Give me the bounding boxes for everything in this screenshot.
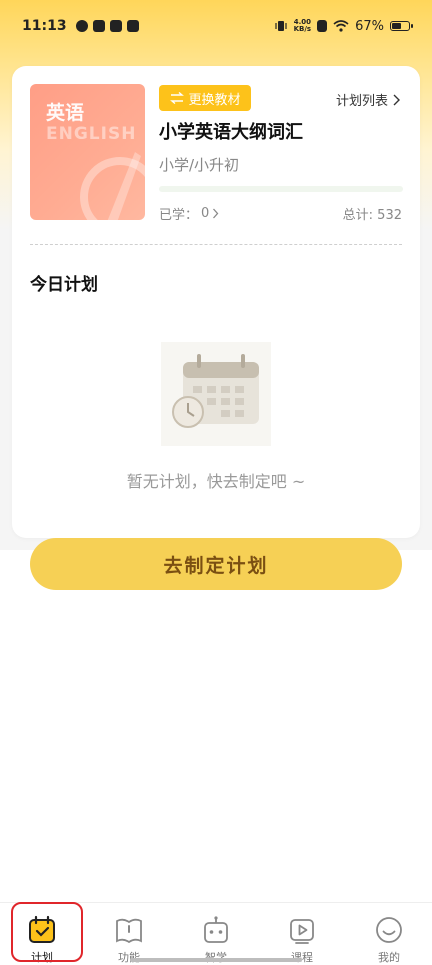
media-app-icon: [92, 20, 105, 32]
tab-smart-learn[interactable]: 智学: [186, 909, 246, 964]
book-icon: [116, 918, 142, 944]
vibrate-icon: [275, 21, 287, 31]
total-label: 总计:: [342, 208, 378, 223]
course-title: 小学英语大纲词汇: [159, 122, 303, 143]
smile-icon: [376, 917, 402, 943]
play-icon: [290, 919, 314, 944]
learning-progress-bar: [159, 186, 403, 192]
tab-mine[interactable]: 我的: [359, 909, 419, 964]
plan-list-label: 计划列表: [335, 94, 388, 109]
battery-percent: 67%: [355, 18, 384, 34]
home-indicator[interactable]: [130, 958, 302, 962]
study-plan-card: 英语 ENGLISH 更换教材 计划列表 小学英语大纲词汇 小学/小升初 已学：…: [12, 66, 420, 538]
active-tab-highlight: [11, 902, 83, 962]
change-textbook-button[interactable]: 更换教材: [159, 85, 251, 111]
quill-decoration-icon: [80, 152, 145, 220]
book-cover-subtitle: ENGLISH: [46, 124, 137, 144]
empty-calendar-icon: [161, 342, 271, 446]
wifi-icon: [333, 20, 349, 32]
book-cover-title: 英语: [46, 102, 85, 124]
network-speed: 4.00 KB/s: [293, 18, 312, 33]
learned-count-link[interactable]: 已学： 0: [159, 204, 219, 223]
tab-mine-label: 我的: [378, 951, 400, 964]
learned-count: 0: [201, 206, 210, 221]
book-cover[interactable]: 英语 ENGLISH: [30, 84, 145, 220]
robot-icon: [204, 916, 228, 943]
tab-smart-learn-label: 智学: [186, 949, 246, 965]
chevron-right-icon: [393, 94, 400, 105]
total-value: 532: [377, 208, 402, 223]
learned-label: 已学：: [159, 208, 199, 223]
message-notification-icon: [126, 20, 139, 32]
total-count: 总计: 532: [343, 204, 402, 223]
battery-icon: [390, 21, 413, 31]
no-sim-icon: [317, 20, 328, 32]
swap-icon: [170, 92, 185, 104]
shield-check-icon: [75, 20, 88, 32]
course-level: 小学/小升初: [159, 156, 240, 174]
chevron-right-icon: [213, 208, 219, 219]
tab-courses[interactable]: 课程: [272, 909, 332, 964]
tab-features[interactable]: 功能: [99, 909, 159, 964]
empty-plan-message: 暂无计划，快去制定吧 ~: [126, 472, 306, 491]
tab-features-label: 功能: [118, 951, 140, 964]
app-notification-icon: [109, 20, 122, 32]
make-plan-button[interactable]: 去制定计划: [30, 538, 402, 590]
today-plan-title: 今日计划: [30, 275, 98, 295]
tab-courses-label: 课程: [291, 951, 313, 964]
status-time: 11:13: [22, 18, 67, 34]
change-textbook-label: 更换教材: [188, 92, 241, 108]
plan-list-link[interactable]: 计划列表: [336, 90, 400, 109]
status-bar: 11:13 4.00 KB/s 67%: [0, 0, 432, 52]
dashed-divider: [30, 244, 402, 245]
